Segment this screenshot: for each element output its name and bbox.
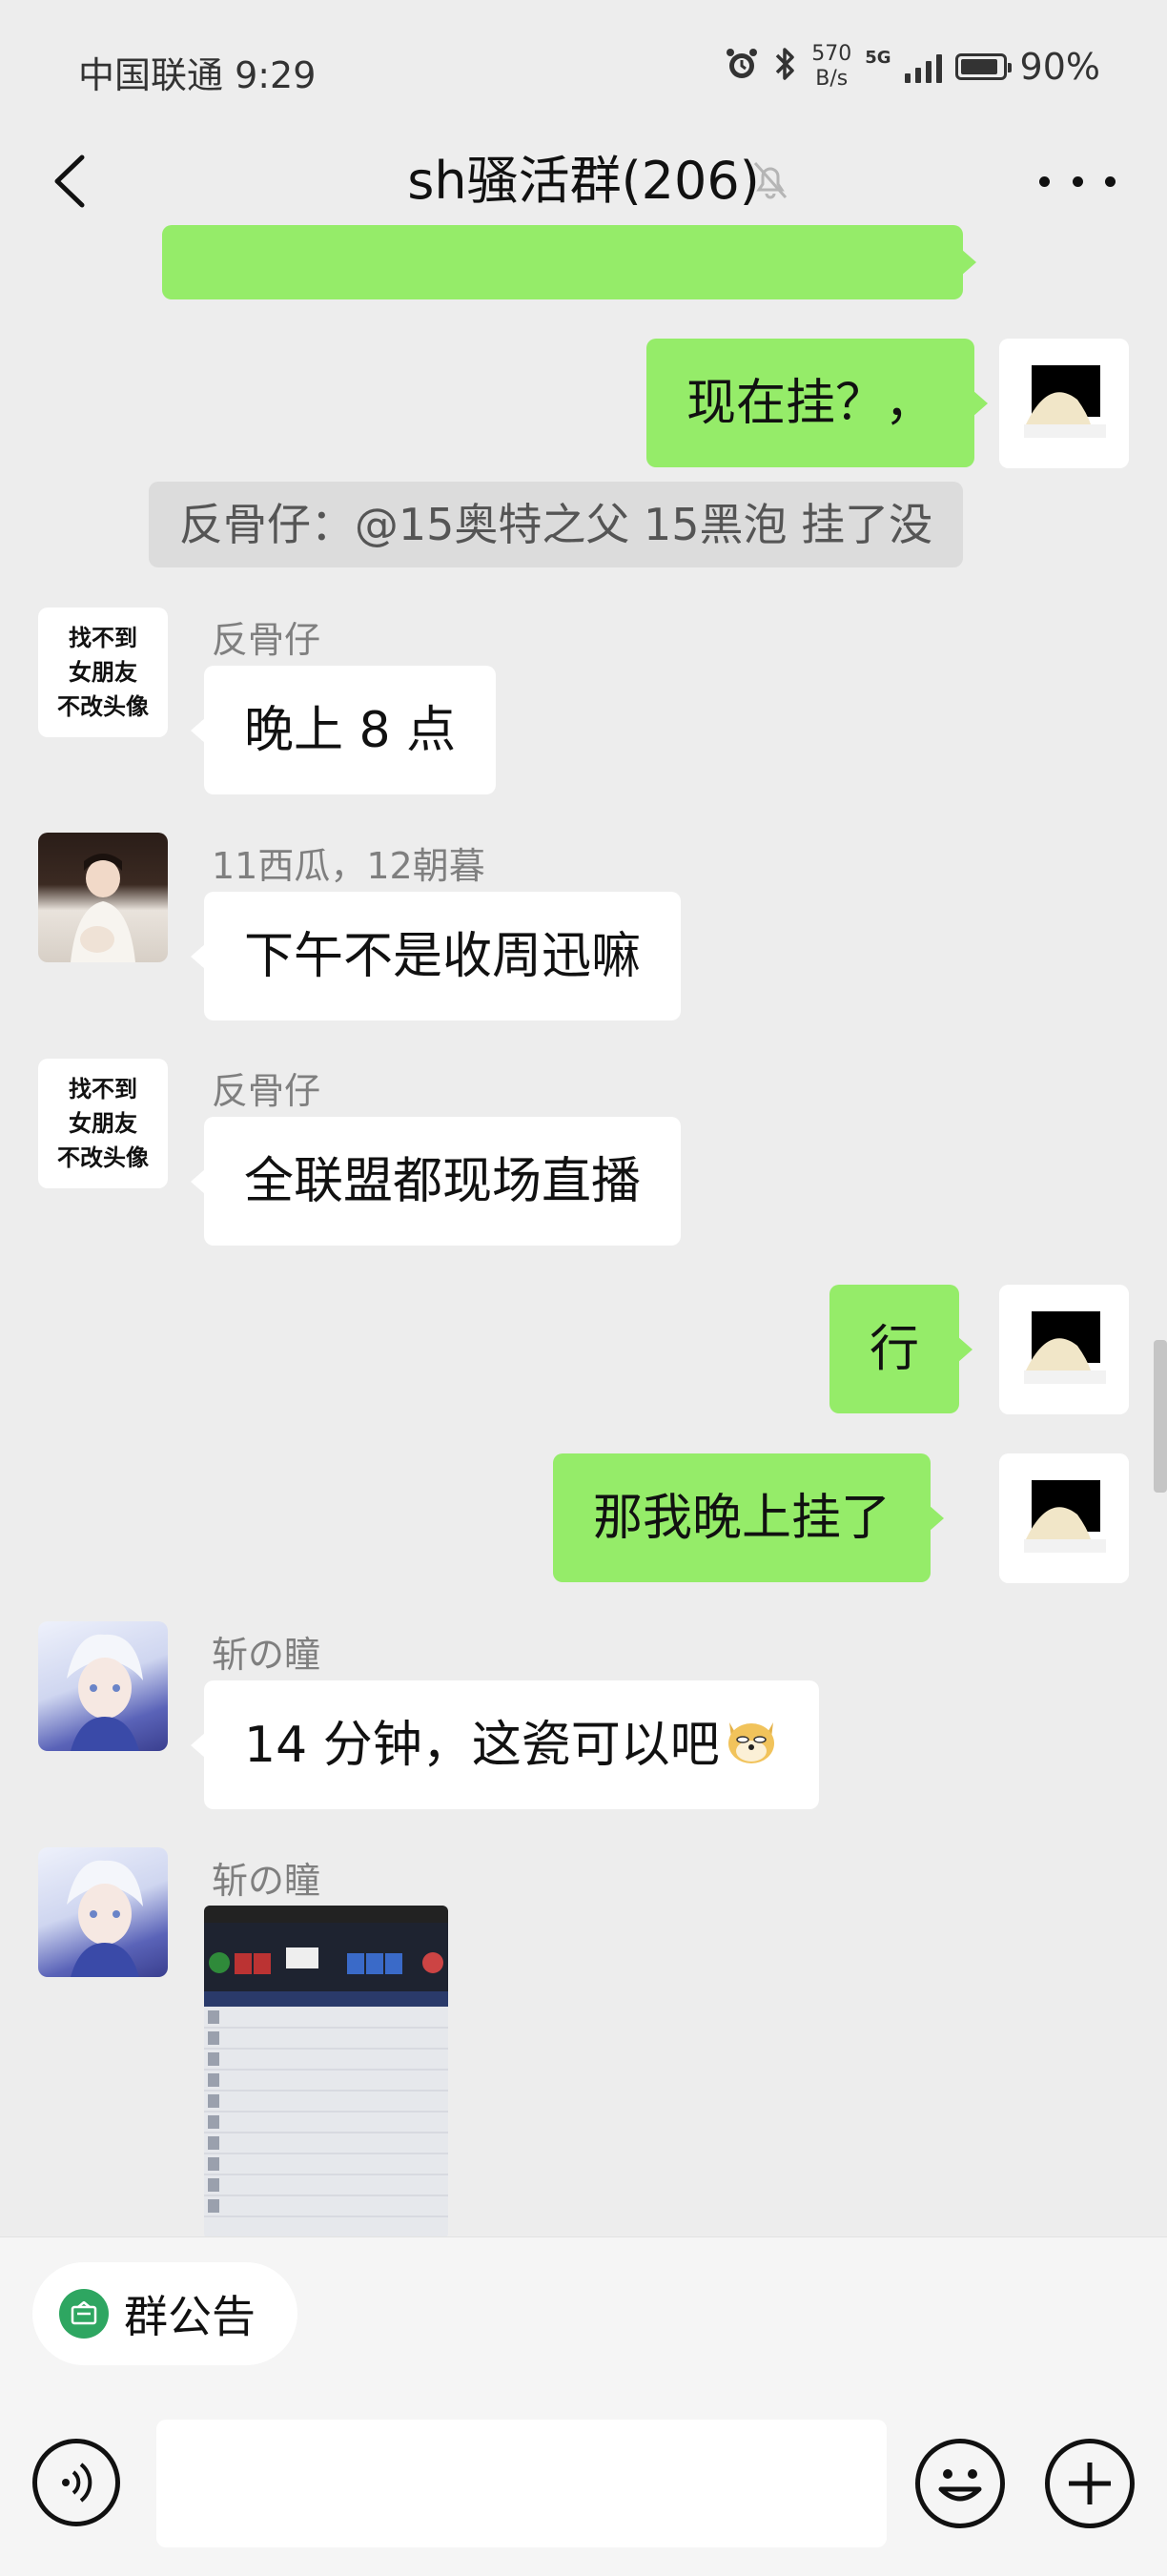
sender-avatar[interactable]: 找不到 女朋友 不改头像: [38, 1059, 168, 1188]
sender-avatar[interactable]: [38, 833, 168, 962]
network-type: 5G: [865, 48, 891, 68]
smiley-icon: [938, 2469, 982, 2502]
announcement-icon: [59, 2289, 109, 2339]
sender-name: 斩の瞳: [212, 1634, 321, 1676]
more-dot: [1039, 175, 1050, 187]
net-speed-value: 570: [811, 42, 852, 66]
carrier-time: 中国联通 9:29: [78, 54, 317, 96]
message-bubble[interactable]: 行: [829, 1285, 973, 1413]
net-speed: 570 B/s: [811, 42, 851, 92]
message-bubble[interactable]: 现在挂？，: [646, 339, 989, 467]
voice-icon: [62, 2463, 92, 2503]
message-bubble[interactable]: 晚上 8 点: [190, 666, 497, 794]
more-functions-button[interactable]: [1045, 2439, 1135, 2528]
plus-icon: [1069, 2463, 1111, 2504]
bluetooth-icon: [773, 46, 798, 88]
avatar-text-line: 找不到: [69, 1076, 137, 1103]
message-bubble[interactable]: 14 分钟，这瓷可以吧: [191, 1680, 819, 1809]
my-avatar[interactable]: [999, 1453, 1129, 1583]
system-notice: 反骨仔：@15奥特之父 15黑泡 挂了没: [149, 482, 963, 567]
my-avatar[interactable]: [999, 339, 1129, 468]
more-button[interactable]: [1039, 153, 1116, 210]
message-bubble-partial: [162, 225, 976, 299]
battery-percent: 90%: [1019, 46, 1100, 88]
emoji-button[interactable]: [915, 2439, 1005, 2528]
voice-input-button[interactable]: [32, 2439, 120, 2526]
avatar-text-line: 不改头像: [57, 693, 149, 720]
message-bubble[interactable]: 下午不是收周迅嘛: [190, 892, 682, 1020]
chat-title: sh骚活群(206): [407, 151, 760, 211]
message-bubble[interactable]: 全联盟都现场直播: [190, 1117, 682, 1246]
sender-avatar[interactable]: 找不到 女朋友 不改头像: [38, 608, 168, 737]
avatar-text-line: 女朋友: [69, 1110, 137, 1137]
avatar-text-line: 找不到: [69, 625, 137, 651]
sender-name: 11西瓜，12朝暮: [212, 845, 485, 887]
battery-fill: [960, 59, 997, 74]
signal-icon: [904, 51, 942, 83]
message-bubble[interactable]: 那我晚上挂了: [553, 1453, 945, 1582]
my-avatar[interactable]: [999, 1285, 1129, 1414]
more-dot: [1072, 175, 1083, 187]
doge-emoji-icon: [722, 1709, 781, 1781]
sender-name: 反骨仔: [212, 1070, 321, 1112]
message-input[interactable]: [156, 2420, 887, 2547]
status-icons: 570 B/s 5G 90%: [724, 40, 1100, 93]
avatar-text-line: 女朋友: [69, 659, 137, 686]
alarm-icon: [724, 46, 760, 88]
sender-name: 反骨仔: [212, 619, 321, 661]
image-message-thumbnail[interactable]: [204, 1906, 448, 2239]
sender-name: 斩の瞳: [212, 1860, 321, 1902]
net-speed-unit: B/s: [815, 67, 849, 91]
battery-icon: [954, 53, 1012, 80]
more-dot: [1105, 175, 1116, 187]
message-text: 14 分钟，这瓷可以吧: [244, 1716, 720, 1774]
sender-avatar[interactable]: [38, 1621, 168, 1751]
sender-avatar[interactable]: [38, 1847, 168, 1977]
avatar-text-line: 不改头像: [57, 1144, 149, 1171]
bell-muted-icon: [751, 159, 789, 201]
group-announcement-button[interactable]: 群公告: [32, 2262, 297, 2365]
scrollbar[interactable]: [1154, 1340, 1167, 1493]
announcement-label: 群公告: [124, 2291, 256, 2342]
